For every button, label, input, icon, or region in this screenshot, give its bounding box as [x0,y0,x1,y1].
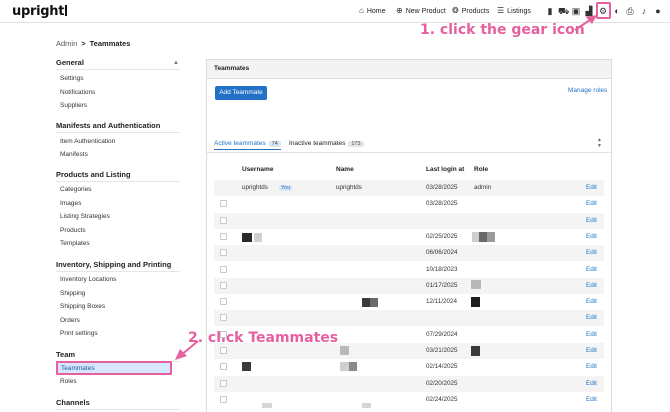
cell-last-login: 06/06/2024 [426,249,458,257]
tab-inactive-teammates[interactable]: Inactive teammates 173 [289,140,364,147]
row-checkbox[interactable] [220,200,227,208]
table-row: 03/21/2025 Edit [214,343,604,359]
cell-last-login: 12/11/2024 [426,298,458,306]
redacted-block [471,297,480,308]
column-username[interactable]: Username [242,166,273,173]
edit-link[interactable]: Edit [586,331,597,338]
edit-link[interactable]: Edit [586,217,597,224]
column-last-login[interactable]: Last login at [426,166,464,173]
column-name[interactable]: Name [336,166,354,173]
row-checkbox[interactable] [220,281,227,289]
row-checkbox[interactable] [220,347,227,354]
cell-name: uprightds [336,184,362,191]
edit-link[interactable]: Edit [586,363,597,370]
tab-active-teammates[interactable]: Active teammates 74 [214,140,281,150]
cell-role: admin [474,184,492,191]
table-row: Edit [214,212,604,229]
cell-username: uprightds [242,184,268,191]
add-teammate-button[interactable]: Add Teammate [215,86,267,100]
row-checkbox[interactable] [220,330,227,338]
cell-last-login: 10/18/2023 [426,265,458,273]
table-row: 02/14/2025 Edit [214,359,604,375]
redacted-block [471,346,480,356]
cell-last-login: 02/14/2025 [426,363,458,371]
scroll-arrows-icon[interactable]: ▲ ▼ [597,137,602,149]
cell-last-login: 02/24/2025 [426,395,458,403]
row-checkbox[interactable] [220,363,227,371]
tab-inactive-count: 173 [348,141,364,147]
edit-link[interactable]: Edit [586,200,597,207]
table-row: 02/25/2025 Edit [214,229,604,245]
redacted-block [242,232,252,242]
table-row: 02/24/2025 Edit [214,392,604,408]
redacted-block [262,402,272,408]
row-checkbox[interactable] [220,395,227,403]
edit-link[interactable]: Edit [586,233,597,240]
table-row: 03/28/2025 Edit [214,196,604,212]
table-row: 01/17/2025 Edit [214,277,604,294]
cell-last-login: 03/21/2025 [426,347,458,354]
column-role[interactable]: Role [474,166,488,173]
tab-active-count: 74 [268,141,281,147]
edit-link[interactable]: Edit [586,184,597,191]
cell-last-login: 03/28/2025 [426,200,458,208]
you-badge-wrap: You [275,184,293,191]
table-row: 07/29/2024 Edit [214,327,604,343]
edit-link[interactable]: Edit [586,314,597,321]
edit-link[interactable]: Edit [586,396,597,403]
edit-link[interactable]: Edit [586,282,597,289]
table-row: 02/20/2025 Edit [214,375,604,392]
row-checkbox[interactable] [220,298,227,306]
redacted-block [472,231,479,242]
tab-active-label: Active teammates [214,140,266,147]
you-badge: You [279,185,293,191]
row-checkbox[interactable] [220,265,227,273]
table-row: 12/11/2024 Edit [214,294,604,310]
redacted-block [370,298,378,308]
edit-link[interactable]: Edit [586,347,597,354]
row-checkbox[interactable] [220,314,227,322]
redacted-block [362,298,370,308]
cell-last-login: 02/25/2025 [426,232,458,240]
edit-link[interactable]: Edit [586,249,597,256]
table-row: uprightds You uprightds 03/28/2025 admin Edit [214,180,604,196]
table-row: Edit [214,310,604,327]
cell-last-login: 03/28/2025 [426,184,458,191]
redacted-block [242,362,251,372]
tab-divider [207,152,611,153]
table-row: 10/18/2023 Edit [214,262,604,278]
teammates-panel: Teammates Add Teammate Manage roles Acti… [206,59,612,412]
edit-link[interactable]: Edit [586,298,597,305]
cell-last-login: 01/17/2025 [426,281,458,289]
redacted-block [362,402,371,408]
cell-last-login: 07/29/2024 [426,330,458,338]
redacted-block [340,362,349,372]
redacted-block [254,232,262,242]
edit-link[interactable]: Edit [586,380,597,387]
edit-link[interactable]: Edit [586,266,597,273]
manage-roles-link[interactable]: Manage roles [568,87,607,94]
row-checkbox[interactable] [220,379,227,387]
panel-header: Teammates [207,60,611,79]
table-row: 06/06/2024 Edit [214,245,604,262]
row-checkbox[interactable] [220,216,227,224]
redacted-block [479,231,487,242]
redacted-block [340,346,349,355]
redacted-block [471,279,481,289]
redacted-block [487,231,495,242]
redacted-block [349,362,357,372]
panel-title: Teammates [214,65,250,72]
cell-last-login: 02/20/2025 [426,379,458,387]
table-header: Username Name Last login at Role [214,163,604,177]
row-checkbox[interactable] [220,249,227,257]
row-checkbox[interactable] [220,232,227,240]
tab-inactive-label: Inactive teammates [289,140,346,147]
